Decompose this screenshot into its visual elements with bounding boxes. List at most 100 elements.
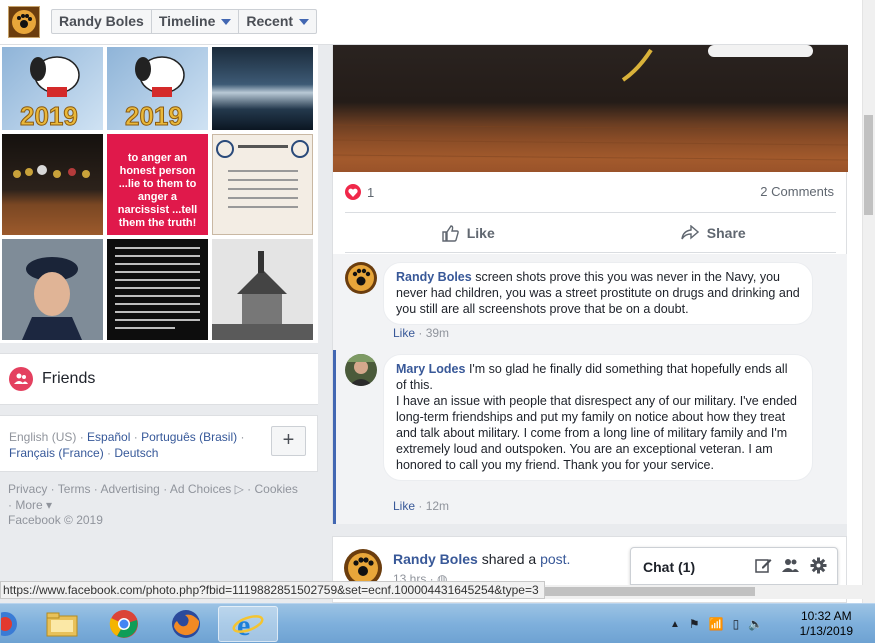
- browser-status-url: https://www.facebook.com/photo.php?fbid=…: [0, 581, 545, 599]
- horizontal-scrollbar-thumb[interactable]: [545, 587, 755, 596]
- photo-tile[interactable]: 2019: [107, 47, 208, 130]
- reactions-summary[interactable]: 1: [345, 184, 374, 200]
- language-link-portuguese[interactable]: Português (Brasil): [141, 430, 237, 444]
- add-language-button[interactable]: +: [271, 426, 306, 456]
- comment-bubble: Randy Boles screen shots prove this you …: [383, 262, 813, 325]
- comment-time[interactable]: 39m: [426, 326, 449, 340]
- taskbar-clock[interactable]: 10:32 AM 1/13/2019: [800, 609, 853, 639]
- chrome-icon: [109, 610, 138, 638]
- chat-icons: [755, 557, 827, 574]
- post-author-name[interactable]: Randy Boles: [393, 551, 478, 567]
- language-link-german[interactable]: Deutsch: [114, 446, 158, 460]
- commenter-avatar[interactable]: [345, 262, 377, 294]
- shared-post-header: Randy Boles shared a post.: [393, 551, 571, 567]
- footer-privacy[interactable]: Privacy: [8, 482, 47, 496]
- footer-ad-choices[interactable]: Ad Choices: [170, 482, 231, 496]
- internet-explorer-icon: e: [232, 609, 264, 639]
- volume-icon[interactable]: 🔈: [748, 617, 763, 631]
- photo-grid: 2019 2019 to anger an honest person ...l…: [0, 45, 318, 343]
- comment-bubble: Mary Lodes I'm so glad he finally did so…: [383, 354, 813, 481]
- network-signal-icon[interactable]: 📶: [709, 617, 724, 631]
- system-tray: ▲ ⚑ 📶 ▯ 🔈: [670, 606, 763, 642]
- photo-tile[interactable]: to anger an honest person ...lie to them…: [107, 134, 208, 235]
- folder-icon: [46, 612, 78, 637]
- firefox-taskbar-button[interactable]: [156, 606, 216, 642]
- commenter-avatar[interactable]: [345, 354, 377, 386]
- photo-tile[interactable]: [212, 134, 313, 235]
- comment-like-link[interactable]: Like: [393, 326, 415, 340]
- friends-section[interactable]: Friends: [0, 353, 318, 405]
- chat-tab[interactable]: Chat (1): [630, 547, 838, 585]
- timeline-dropdown[interactable]: Timeline: [152, 10, 240, 33]
- profile-name-button[interactable]: Randy Boles: [52, 10, 152, 33]
- friends-icon: [9, 367, 33, 391]
- show-hidden-icons-icon[interactable]: ▲: [670, 619, 680, 630]
- reaction-count: 1: [367, 184, 375, 200]
- add-friends-icon[interactable]: [782, 557, 800, 574]
- like-label: Like: [466, 224, 495, 241]
- photo-quote-text: to anger an honest person ...lie to them…: [117, 152, 198, 229]
- comment-like-link[interactable]: Like: [393, 499, 415, 513]
- language-link-spanish[interactable]: Español: [87, 430, 130, 444]
- comment-time[interactable]: 12m: [426, 499, 449, 513]
- vertical-scrollbar[interactable]: [862, 0, 875, 603]
- ad-choices-icon: ▷: [234, 482, 244, 496]
- timeline-nav: Randy Boles Timeline Recent: [51, 9, 318, 34]
- thumbs-up-icon: [442, 224, 459, 242]
- copyright: Facebook © 2019: [8, 513, 103, 527]
- photo-tile[interactable]: [212, 47, 313, 130]
- photo-tile[interactable]: [107, 239, 208, 340]
- action-center-flag-icon[interactable]: ⚑: [689, 617, 700, 631]
- firefox-icon: [172, 610, 200, 638]
- compose-icon[interactable]: [755, 557, 772, 574]
- comment-author[interactable]: Randy Boles: [396, 270, 472, 284]
- share-label: Share: [706, 224, 746, 241]
- comment-meta: Like · 12m: [393, 499, 450, 513]
- share-button[interactable]: Share: [591, 213, 837, 252]
- photo-tile[interactable]: 2019: [2, 47, 103, 130]
- gear-icon[interactable]: [810, 557, 827, 574]
- current-language: English (US): [9, 430, 77, 444]
- like-button[interactable]: Like: [345, 213, 591, 252]
- file-explorer-taskbar-button[interactable]: [32, 606, 92, 642]
- chevron-down-icon: [221, 18, 232, 25]
- clock-date: 1/13/2019: [799, 624, 853, 638]
- comments-count-link[interactable]: 2 Comments: [760, 184, 834, 199]
- internet-explorer-taskbar-button[interactable]: e: [218, 606, 278, 642]
- friends-label: Friends: [42, 370, 96, 387]
- comment-author[interactable]: Mary Lodes: [396, 362, 465, 376]
- windows-taskbar: e ▲ ⚑ 📶 ▯ 🔈 10:32 AM 1/13/2019: [0, 603, 875, 643]
- battery-icon[interactable]: ▯: [733, 617, 740, 631]
- svg-text:e: e: [237, 609, 250, 639]
- profile-name: Randy Boles: [59, 13, 144, 29]
- footer-cookies[interactable]: Cookies: [255, 482, 298, 496]
- comment-meta: Like · 39m: [393, 326, 450, 340]
- photo-tile[interactable]: [2, 134, 103, 235]
- timeline-label: Timeline: [158, 13, 216, 29]
- footer-terms[interactable]: Terms: [58, 482, 91, 496]
- chat-label: Chat (1): [643, 559, 696, 575]
- scrollbar-thumb[interactable]: [864, 115, 873, 215]
- recent-label: Recent: [246, 13, 294, 29]
- page-gutter: [847, 0, 862, 603]
- photo-year-text: 2019: [20, 101, 78, 130]
- photo-year-text: 2019: [125, 101, 183, 130]
- footer-advertising[interactable]: Advertising: [100, 482, 159, 496]
- post-actions: Like Share: [345, 212, 836, 253]
- comments-section: Randy Boles screen shots prove this you …: [333, 254, 847, 524]
- language-link-french[interactable]: Français (France): [9, 446, 104, 460]
- recent-dropdown[interactable]: Recent: [239, 10, 316, 33]
- profile-avatar[interactable]: [8, 6, 40, 38]
- chrome-taskbar-button[interactable]: [94, 606, 154, 642]
- timeline-top-bar: Randy Boles Timeline Recent: [0, 0, 847, 45]
- comment-highlight-bar: [333, 350, 336, 524]
- footer-more[interactable]: More: [15, 498, 42, 512]
- post-photo[interactable]: [333, 45, 848, 172]
- clock-time: 10:32 AM: [800, 609, 852, 623]
- photo-tile[interactable]: [2, 239, 103, 340]
- shared-post-link[interactable]: post.: [540, 551, 570, 567]
- photo-tile[interactable]: [212, 239, 313, 340]
- start-button[interactable]: [0, 606, 20, 642]
- love-reaction-icon: [345, 184, 361, 200]
- footer-links: Privacy · Terms · Advertising · Ad Choic…: [8, 482, 298, 512]
